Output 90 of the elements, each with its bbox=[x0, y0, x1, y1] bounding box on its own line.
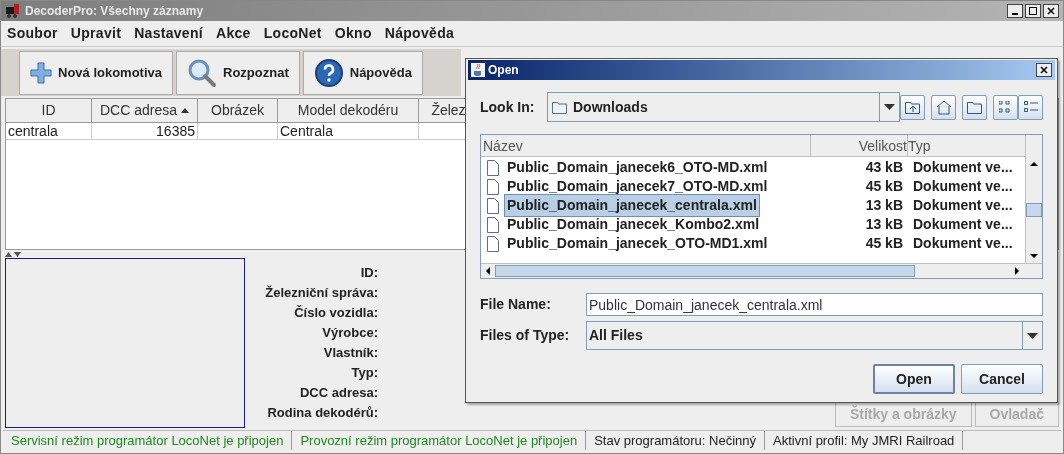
maximize-button[interactable] bbox=[1025, 4, 1041, 18]
file-type: Dokument ve... bbox=[912, 196, 1013, 215]
vertical-scrollbar[interactable] bbox=[1025, 135, 1042, 263]
plus-icon bbox=[30, 61, 52, 84]
file-icon bbox=[487, 197, 499, 214]
file-type-label: Files of Type: bbox=[480, 326, 571, 345]
file-size: 45 kB bbox=[864, 234, 903, 253]
file-type: Dokument ve... bbox=[912, 177, 1013, 196]
file-name[interactable]: Public_Domain_janecek_centrala.xml bbox=[504, 194, 760, 217]
column-header[interactable]: ID bbox=[6, 99, 92, 122]
field-label: Číslo vozidla: bbox=[294, 304, 378, 322]
close-button[interactable] bbox=[1036, 63, 1052, 77]
list-view-button[interactable] bbox=[993, 94, 1018, 120]
dialog-button[interactable]: Cancel bbox=[961, 364, 1043, 394]
scroll-thumb[interactable] bbox=[1026, 203, 1042, 217]
file-icon bbox=[487, 235, 499, 252]
file-type: Dokument ve... bbox=[912, 215, 1013, 234]
scroll-thumb[interactable] bbox=[495, 265, 915, 277]
file-name-label: File Name: bbox=[480, 295, 552, 314]
minimize-button[interactable] bbox=[1007, 4, 1023, 18]
details-view-button[interactable] bbox=[1018, 94, 1043, 120]
file-icon bbox=[487, 159, 499, 176]
dialog-title: Open bbox=[488, 62, 519, 79]
file-type: Dokument ve... bbox=[912, 234, 1013, 253]
file-type-dropdown[interactable]: All Files bbox=[586, 321, 1043, 350]
file-size: 43 kB bbox=[864, 158, 903, 177]
up-folder-button[interactable] bbox=[900, 94, 925, 120]
status-text: Servisní režim programátor LocoNet je připojen bbox=[3, 430, 293, 451]
folder-icon bbox=[966, 100, 983, 114]
file-size: 45 kB bbox=[864, 177, 903, 196]
field-label: DCC adresa: bbox=[299, 384, 378, 402]
close-button[interactable] bbox=[1043, 4, 1059, 18]
file-type: Dokument ve... bbox=[912, 158, 1013, 177]
column-header[interactable]: Model dekodéru bbox=[278, 99, 419, 122]
folder-up-icon bbox=[904, 100, 921, 114]
file-icon bbox=[487, 216, 499, 233]
menu-item[interactable]: Okno bbox=[334, 23, 372, 44]
menu-item[interactable]: Nastavení bbox=[134, 23, 203, 44]
close-icon bbox=[1040, 66, 1048, 74]
look-in-label: Look In: bbox=[480, 97, 536, 117]
home-icon bbox=[935, 99, 952, 115]
look-in-dropdown[interactable]: Downloads bbox=[547, 92, 900, 122]
menu-item[interactable]: LocoNet bbox=[263, 23, 322, 44]
file-icon bbox=[487, 178, 499, 195]
close-icon bbox=[1047, 7, 1055, 15]
status-text: Stav programátoru: Nečinný bbox=[586, 430, 765, 451]
splitter-arrows-icon bbox=[5, 251, 22, 257]
dialog-button[interactable]: Open bbox=[873, 364, 955, 394]
file-type-value: All Files bbox=[588, 326, 644, 345]
status-text: Aktivní profil: My JMRI Railroad bbox=[765, 430, 964, 451]
field-label: Železniční správa: bbox=[265, 284, 378, 302]
home-button[interactable] bbox=[931, 94, 956, 120]
cup-icon bbox=[471, 63, 485, 77]
details-view-icon bbox=[1023, 101, 1038, 113]
grid-view-icon bbox=[998, 101, 1013, 113]
folder-name: Downloads bbox=[573, 97, 648, 117]
toolbar-button[interactable]: Nápověda bbox=[302, 50, 423, 95]
table-cell: centrala bbox=[6, 123, 92, 139]
maximize-icon bbox=[1029, 7, 1037, 15]
field-label: ID: bbox=[360, 264, 378, 282]
folder-icon bbox=[552, 100, 568, 114]
status-text: Provozní režim programátor LocoNet je připojen bbox=[292, 430, 587, 451]
caret-icon bbox=[884, 104, 895, 110]
help-icon bbox=[313, 57, 344, 88]
new-folder-button[interactable] bbox=[962, 94, 987, 120]
menu-item[interactable]: Akce bbox=[216, 23, 251, 44]
field-label: Rodina dekodérů: bbox=[267, 404, 378, 422]
file-size: 13 kB bbox=[864, 196, 903, 215]
menu-item[interactable]: Nápověda bbox=[384, 23, 455, 44]
column-header[interactable]: Obrázek bbox=[198, 99, 278, 122]
column-header[interactable]: Typ bbox=[908, 135, 1025, 156]
horizontal-scrollbar[interactable] bbox=[481, 263, 1042, 278]
field-label: Typ: bbox=[351, 364, 378, 382]
column-header[interactable]: DCC adresa bbox=[92, 99, 198, 122]
caret-icon bbox=[1027, 332, 1038, 339]
file-size: 13 kB bbox=[864, 215, 903, 234]
column-header[interactable]: Název bbox=[481, 135, 811, 156]
menu-item[interactable]: Upravit bbox=[70, 23, 122, 44]
field-label: Výrobce: bbox=[322, 324, 378, 342]
toolbar-button[interactable]: Rozpoznat bbox=[176, 50, 300, 95]
column-header[interactable]: Velikost bbox=[811, 135, 908, 156]
window-title: DecoderPro: Všechny záznamy bbox=[25, 3, 204, 20]
toolbar-button[interactable]: Nová lokomotiva bbox=[19, 50, 174, 95]
file-name-field[interactable]: Public_Domain_janecek_centrala.xml bbox=[586, 293, 1043, 316]
locomotive-icon bbox=[5, 4, 21, 18]
magnifier-icon bbox=[187, 57, 218, 88]
menu-item[interactable]: Soubor bbox=[7, 23, 58, 44]
field-label: Vlastník: bbox=[323, 344, 378, 362]
table-cell: 16385 bbox=[92, 123, 198, 139]
table-cell: Centrala bbox=[278, 123, 419, 139]
